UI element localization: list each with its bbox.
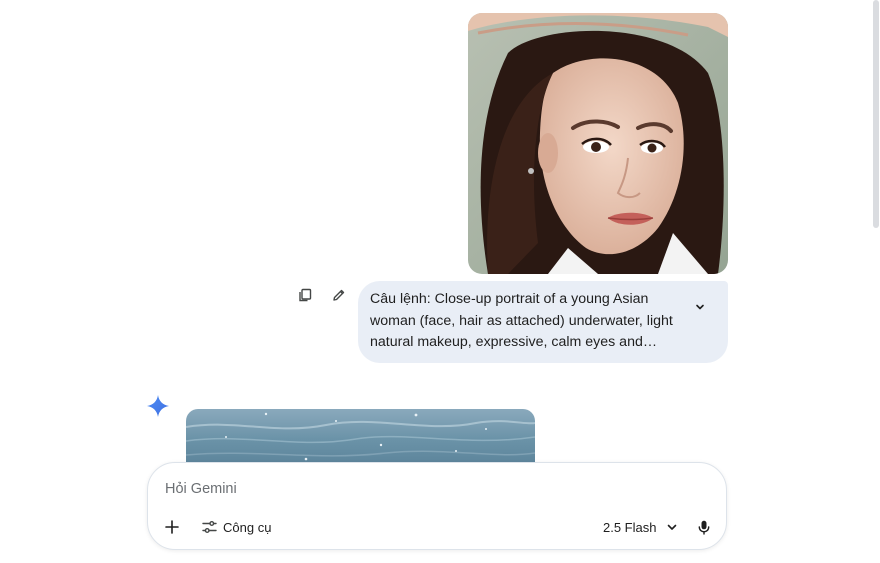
user-prompt-text: Câu lệnh: Close-up portrait of a young A…: [370, 291, 673, 350]
gemini-sparkle-icon: [147, 395, 169, 417]
edit-icon: [333, 289, 345, 301]
prompt-input[interactable]: [165, 479, 665, 499]
scrollbar-thumb[interactable]: [873, 0, 879, 228]
user-prompt-bubble: Câu lệnh: Close-up portrait of a young A…: [358, 281, 728, 363]
model-selector[interactable]: 2.5 Flash: [603, 514, 678, 540]
expand-prompt-button[interactable]: [688, 295, 712, 319]
chevron-down-icon: [696, 304, 704, 310]
uploaded-image[interactable]: [468, 13, 728, 274]
tools-button[interactable]: Công cụ: [198, 514, 275, 540]
prompt-input-box: Công cụ 2.5 Flash: [147, 462, 727, 550]
model-label: 2.5 Flash: [603, 519, 657, 535]
copy-button[interactable]: [292, 282, 318, 308]
scrollbar[interactable]: [872, 0, 880, 563]
tune-icon: [202, 521, 217, 533]
plus-icon: [165, 520, 179, 534]
generated-image[interactable]: [186, 409, 535, 469]
tools-label: Công cụ: [223, 519, 272, 535]
microphone-button[interactable]: [692, 515, 716, 539]
chevron-down-icon: [668, 524, 677, 530]
add-attachment-button[interactable]: [160, 515, 184, 539]
edit-prompt-button[interactable]: [326, 282, 352, 308]
copy-icon: [299, 288, 312, 302]
microphone-icon: [698, 520, 710, 535]
